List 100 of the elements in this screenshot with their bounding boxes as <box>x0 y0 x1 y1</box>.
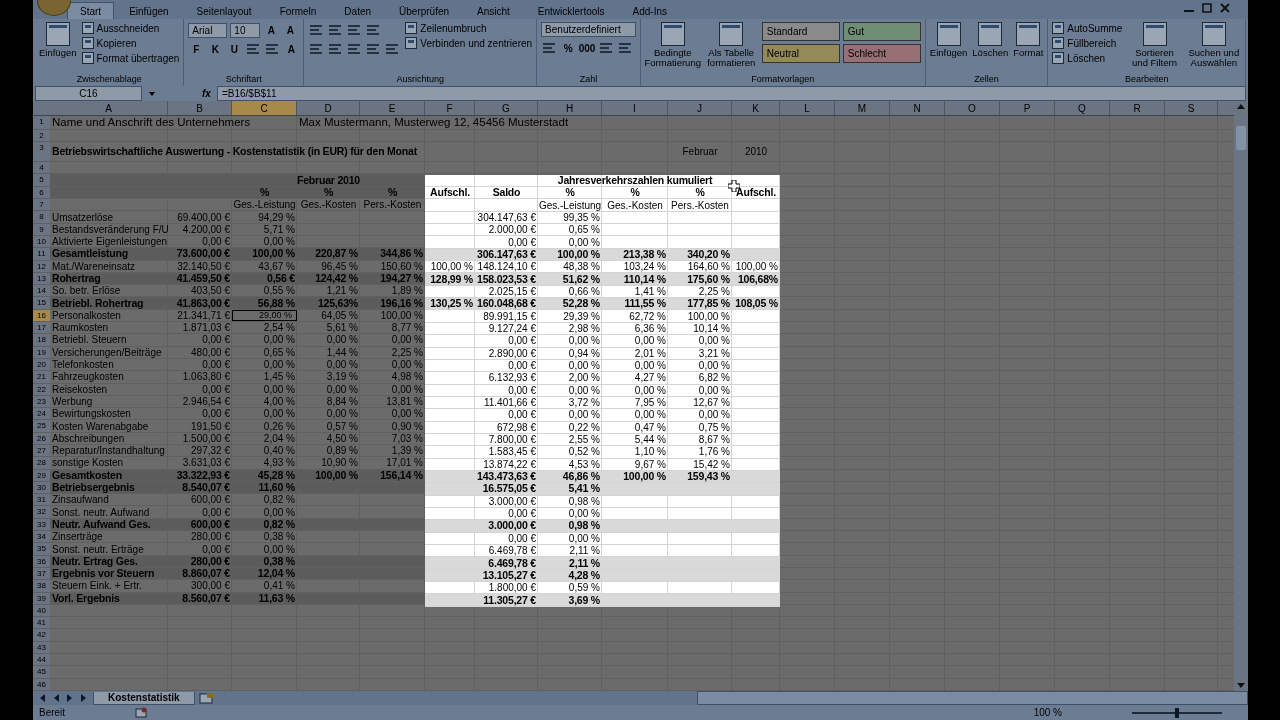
row-number[interactable]: 22 <box>33 383 50 395</box>
ribbon-button[interactable]: Einfügen <box>929 22 968 58</box>
column-header[interactable]: N <box>890 101 945 115</box>
column-header[interactable]: C <box>232 101 297 115</box>
toolbar-button[interactable]: F <box>188 41 205 57</box>
row-number[interactable]: 18 <box>33 334 50 346</box>
row-number[interactable]: 31 <box>33 494 50 506</box>
ribbon-button[interactable]: Kopieren <box>81 37 137 49</box>
vertical-scrollbar[interactable] <box>1234 101 1248 691</box>
row-number[interactable]: 46 <box>33 678 50 690</box>
row-number[interactable]: 19 <box>33 346 50 358</box>
horizontal-scrollbar[interactable] <box>696 691 1248 705</box>
toolbar-button[interactable]: A <box>282 22 299 38</box>
ribbon-button[interactable]: Löschen <box>1052 52 1106 64</box>
row-number[interactable]: 29 <box>33 469 50 481</box>
icon-button[interactable] <box>346 41 363 57</box>
column-header[interactable]: H <box>538 101 602 115</box>
ribbon-button[interactable]: Format übertragen <box>81 52 180 64</box>
icon-button[interactable] <box>617 40 634 56</box>
row-number[interactable]: 35 <box>33 543 50 555</box>
icon-button[interactable] <box>327 41 344 57</box>
zoom-level[interactable]: 100 % <box>1033 707 1062 718</box>
icon-button[interactable] <box>264 41 281 57</box>
ribbon-tab[interactable]: Überprüfen <box>386 2 463 19</box>
toolbar-button[interactable]: 000 <box>579 40 596 56</box>
row-number[interactable]: 7 <box>33 199 50 211</box>
toolbar-button[interactable]: U <box>226 41 243 57</box>
icon-button[interactable] <box>365 22 382 38</box>
column-header[interactable]: Q <box>1055 101 1110 115</box>
icon-button[interactable] <box>308 22 325 38</box>
dropdown-field[interactable]: Arial <box>188 22 228 38</box>
dropdown-field[interactable]: Benutzerdefiniert <box>541 22 636 37</box>
row-number[interactable]: 41 <box>33 617 50 629</box>
row-number[interactable]: 32 <box>33 506 50 518</box>
icon-button[interactable] <box>327 22 344 38</box>
row-number[interactable]: 12 <box>33 260 50 272</box>
icon-button[interactable] <box>598 40 615 56</box>
column-header[interactable]: A <box>50 101 168 115</box>
icon-button[interactable] <box>541 40 558 56</box>
row-number[interactable]: 34 <box>33 531 50 543</box>
row-number[interactable]: 9 <box>33 223 50 235</box>
ribbon-button[interactable]: Ausschneiden <box>81 22 160 34</box>
row-number[interactable]: 17 <box>33 322 50 334</box>
column-header[interactable]: K <box>732 101 780 115</box>
icon-button[interactable] <box>346 22 363 38</box>
sheet-tab[interactable]: Kostenstatistik <box>93 691 195 705</box>
scroll-thumb[interactable] <box>1236 126 1246 150</box>
ribbon-button[interactable]: Suchen und Auswählen <box>1186 22 1241 68</box>
row-number[interactable]: 11 <box>33 248 50 260</box>
ribbon-button[interactable]: Bedingte Formatierung <box>644 22 701 68</box>
ribbon-tab[interactable]: Ansicht <box>464 2 523 19</box>
row-number[interactable]: 28 <box>33 457 50 469</box>
column-header[interactable]: J <box>668 101 732 115</box>
row-number[interactable]: 3 <box>33 142 50 162</box>
ribbon-button[interactable]: Als Tabelle formatieren <box>705 22 757 68</box>
cell-style-button[interactable]: Standard <box>761 22 840 41</box>
row-number[interactable]: 42 <box>33 629 50 641</box>
toolbar-button[interactable]: K <box>207 41 224 57</box>
row-number[interactable]: 4 <box>33 162 50 174</box>
ribbon-tab[interactable]: Formeln <box>266 2 330 19</box>
formula-field[interactable]: =B16/$B$11 <box>216 86 1246 101</box>
ribbon-tab[interactable]: Start <box>67 2 115 19</box>
ribbon-button[interactable]: Verbinden und zentrieren <box>405 37 533 49</box>
ribbon-button[interactable]: Füllbereich <box>1052 37 1117 49</box>
toolbar-button[interactable]: % <box>560 40 577 56</box>
ribbon-tab[interactable]: Add-Ins <box>619 2 681 19</box>
slider-thumb[interactable] <box>1175 707 1179 718</box>
row-number[interactable]: 15 <box>33 297 50 309</box>
row-number[interactable]: 5 <box>33 174 50 186</box>
ribbon-button[interactable]: Format <box>1013 22 1044 58</box>
column-header[interactable]: F <box>425 101 475 115</box>
row-number[interactable]: 21 <box>33 371 50 383</box>
row-number[interactable]: 38 <box>33 580 50 592</box>
column-header[interactable]: L <box>780 101 835 115</box>
insert-function-button[interactable]: fx <box>202 88 211 99</box>
icon-button[interactable] <box>308 41 325 57</box>
name-box[interactable]: C16 <box>35 86 142 101</box>
row-number[interactable]: 25 <box>33 420 50 432</box>
column-header[interactable]: E <box>360 101 425 115</box>
ribbon-button[interactable]: AutoSumme <box>1052 22 1123 34</box>
toolbar-button[interactable]: A <box>263 22 280 38</box>
cell-style-button[interactable]: Neutral <box>761 44 840 63</box>
row-number[interactable]: 44 <box>33 654 50 666</box>
icon-button[interactable] <box>365 41 382 57</box>
row-number[interactable]: 1 <box>33 116 50 129</box>
column-header[interactable]: I <box>602 101 668 115</box>
row-number[interactable]: 36 <box>33 555 50 567</box>
row-number[interactable]: 8 <box>33 211 50 223</box>
toolbar-button[interactable]: A <box>283 41 300 57</box>
column-header[interactable]: R <box>1110 101 1165 115</box>
row-number[interactable]: 27 <box>33 445 50 457</box>
cell-style-button[interactable]: Gut <box>842 22 921 41</box>
column-header[interactable]: M <box>835 101 890 115</box>
ribbon-tab[interactable]: Einfügen <box>116 2 182 19</box>
column-header[interactable]: G <box>475 101 538 115</box>
ribbon-tab[interactable]: Daten <box>331 2 385 19</box>
column-header[interactable]: O <box>945 101 1000 115</box>
row-number[interactable]: 24 <box>33 408 50 420</box>
icon-button[interactable] <box>384 41 401 57</box>
column-header[interactable]: D <box>297 101 360 115</box>
